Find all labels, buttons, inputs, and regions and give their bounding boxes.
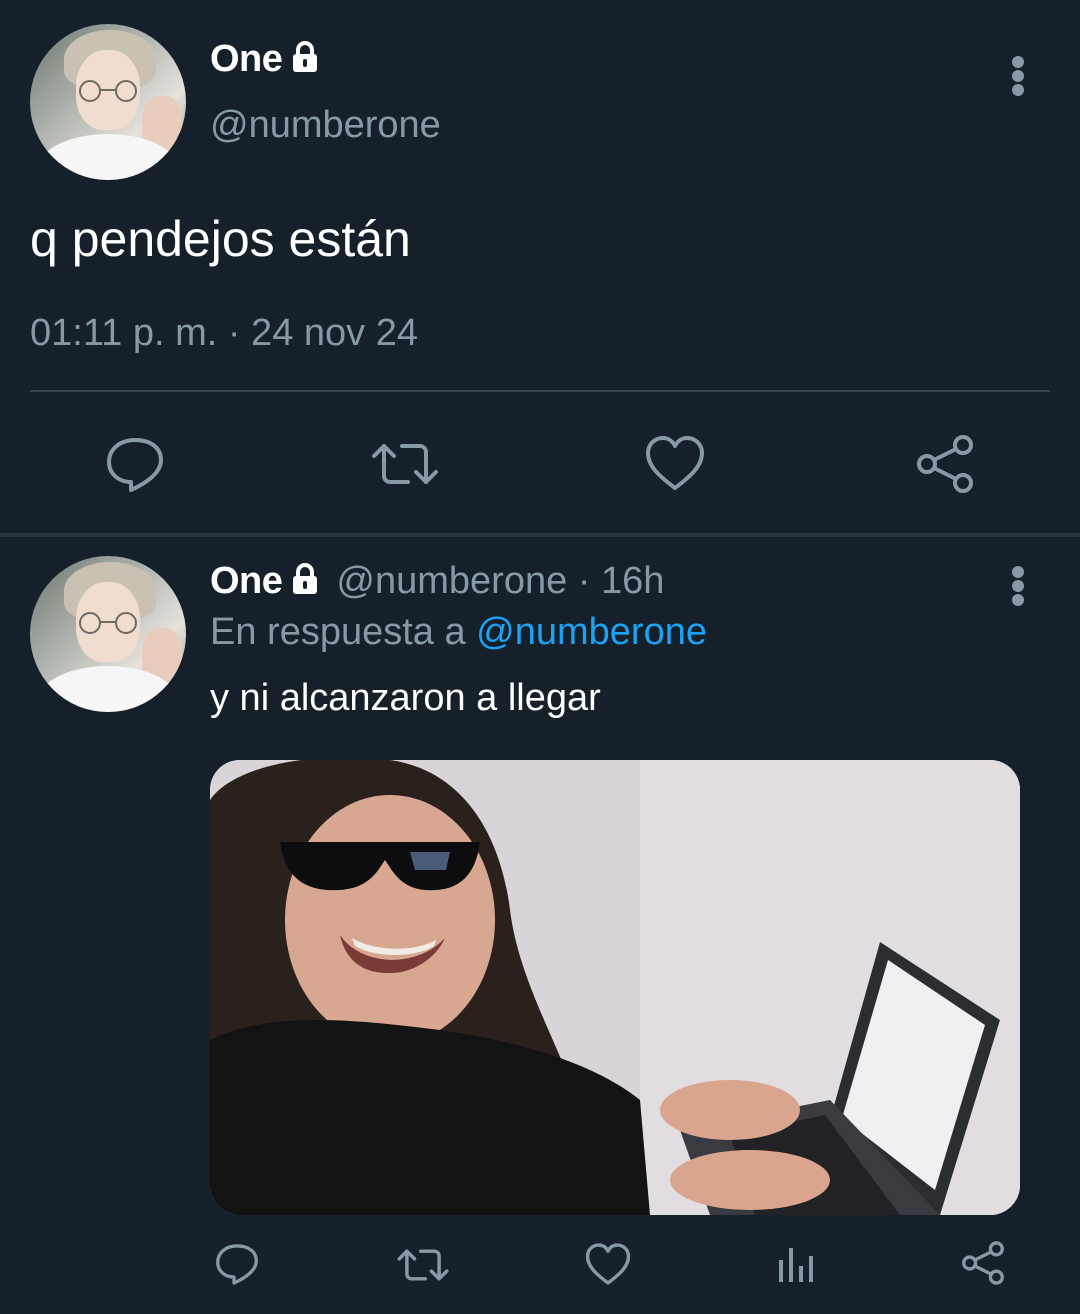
like-icon[interactable] [585,1242,631,1291]
display-name[interactable]: One [210,560,283,603]
main-tweet: One @numberone q pendejos están 01:11 p.… [0,0,1080,532]
tweet-text: y ni alcanzaron a llegar [210,677,601,719]
more-options-icon[interactable] [1008,54,1028,98]
author-name-row[interactable]: One @numberone · 16h [210,560,664,603]
divider [30,390,1050,392]
tweet-media-image[interactable] [210,760,1020,1215]
tweet-timestamp[interactable]: 01:11 p. m. · 24 nov 24 [30,312,418,355]
avatar[interactable] [30,24,186,180]
in-reply-to: En respuesta a @numberone [210,611,707,654]
reply-icon[interactable] [104,432,166,499]
more-options-icon[interactable] [1008,564,1028,608]
like-icon[interactable] [645,434,705,497]
section-separator [0,533,1080,537]
author-name-row[interactable]: One [210,38,322,81]
handle-and-time[interactable]: @numberone · 16h [336,560,664,603]
share-icon[interactable] [914,434,976,499]
display-name[interactable]: One [210,38,283,81]
lock-icon [288,40,322,79]
tweet-detail-screen: One @numberone q pendejos están 01:11 p.… [0,0,1080,1314]
share-icon[interactable] [960,1240,1006,1291]
lock-icon [288,562,322,601]
retweet-icon[interactable] [370,434,440,499]
mention-link[interactable]: @numberone [476,611,707,653]
retweet-icon[interactable] [396,1242,450,1293]
avatar[interactable] [30,556,186,712]
tweet-text: q pendejos están [30,211,411,267]
author-handle[interactable]: @numberone [210,104,441,147]
reply-icon[interactable] [214,1240,260,1291]
analytics-icon[interactable] [776,1244,816,1289]
in-reply-to-label: En respuesta a [210,611,466,653]
